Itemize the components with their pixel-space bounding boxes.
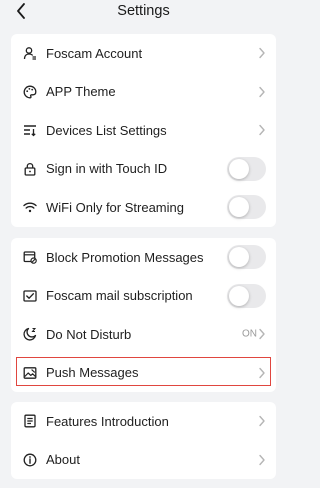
toggle-knob [229, 197, 249, 218]
wifi-icon [23, 200, 37, 214]
toggle-knob [229, 285, 249, 306]
row-devices-list-settings[interactable]: Devices List Settings [11, 111, 276, 150]
row-app-theme[interactable]: APP Theme [11, 73, 276, 112]
settings-group-account: Foscam Account APP Theme Devices List Se… [11, 34, 276, 227]
row-push-messages[interactable]: Push Messages [11, 354, 276, 393]
info-icon [23, 453, 37, 467]
row-about[interactable]: About [11, 441, 276, 480]
settings-group-info: Features Introduction About [11, 402, 276, 479]
palette-icon [23, 85, 37, 99]
document-icon [23, 414, 37, 428]
chevron-right-icon [259, 329, 265, 340]
row-label: Push Messages [46, 365, 139, 381]
mail-subscription-toggle[interactable] [227, 283, 266, 308]
chevron-right-icon [259, 48, 265, 59]
mail-check-icon [23, 289, 37, 303]
sort-list-icon [23, 123, 37, 137]
block-message-icon [23, 250, 37, 265]
row-label: APP Theme [46, 84, 116, 100]
row-wifi-only: WiFi Only for Streaming [11, 188, 276, 227]
chevron-right-icon [259, 125, 265, 136]
block-promotion-toggle[interactable] [227, 245, 266, 270]
row-block-promotion: Block Promotion Messages [11, 238, 276, 277]
image-message-icon [23, 366, 37, 380]
row-do-not-disturb[interactable]: Do Not Disturb ON [11, 315, 276, 354]
row-label: Sign in with Touch ID [46, 161, 168, 177]
row-label: Do Not Disturb [46, 326, 132, 342]
row-label: Foscam Account [46, 45, 143, 61]
row-label: Foscam mail subscription [46, 288, 193, 304]
settings-group-messages: Block Promotion Messages Foscam mail sub… [11, 238, 276, 392]
row-mail-subscription: Foscam mail subscription [11, 277, 276, 316]
row-label: About [46, 452, 80, 468]
row-foscam-account[interactable]: Foscam Account [11, 34, 276, 73]
user-icon [23, 46, 37, 60]
page-title: Settings [117, 3, 170, 19]
lock-icon [23, 162, 37, 176]
row-label: Features Introduction [46, 413, 169, 429]
chevron-right-icon [259, 86, 265, 97]
row-features-introduction[interactable]: Features Introduction [11, 402, 276, 441]
row-label: Devices List Settings [46, 122, 167, 138]
wifi-only-toggle[interactable] [227, 195, 266, 220]
chevron-right-icon [259, 367, 265, 378]
row-label: WiFi Only for Streaming [46, 199, 184, 215]
header-bar: Settings [0, 0, 287, 24]
toggle-knob [229, 158, 249, 179]
toggle-knob [229, 247, 249, 268]
chevron-right-icon [259, 454, 265, 465]
do-not-disturb-value: ON [242, 328, 257, 340]
row-touch-id: Sign in with Touch ID [11, 150, 276, 189]
touch-id-toggle[interactable] [227, 156, 266, 181]
row-label: Block Promotion Messages [46, 249, 204, 265]
moon-icon [23, 327, 37, 341]
chevron-right-icon [259, 416, 265, 427]
